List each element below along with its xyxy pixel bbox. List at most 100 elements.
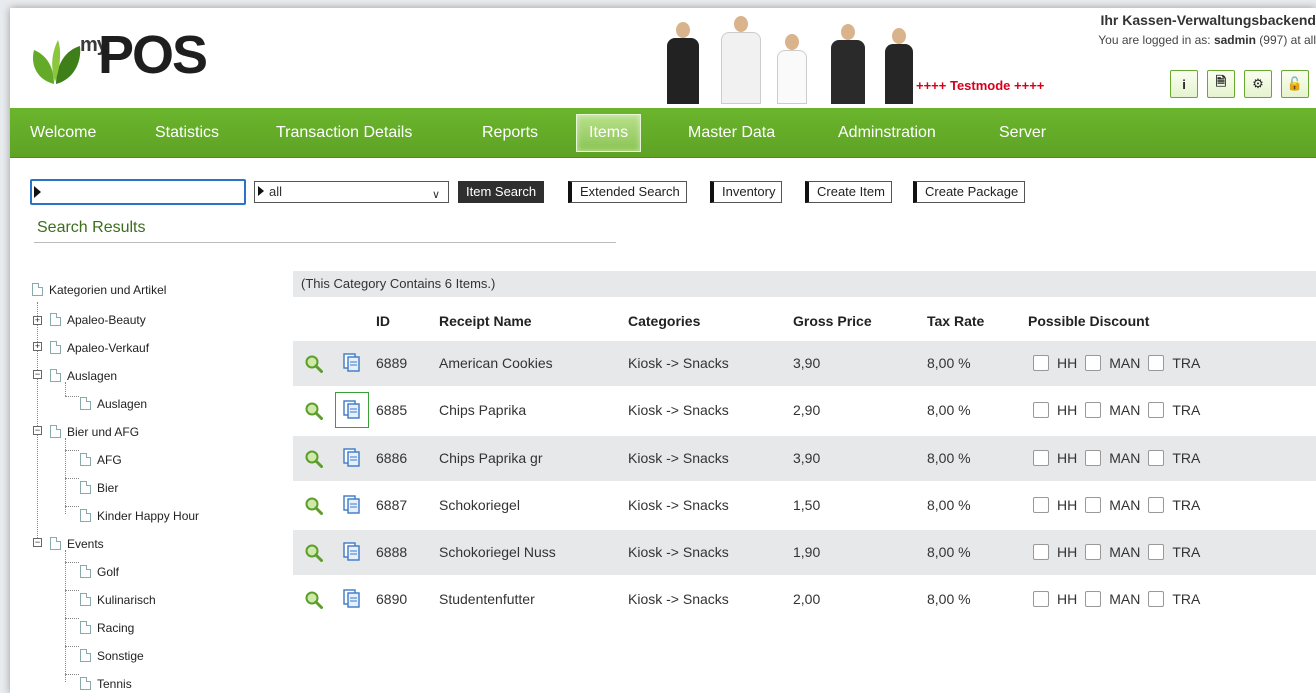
- copy-icon[interactable]: [343, 495, 361, 515]
- create-package-button[interactable]: Create Package: [913, 181, 1026, 203]
- expand-icon[interactable]: +: [33, 316, 42, 325]
- leaf-logo-icon: [32, 40, 81, 84]
- document-icon: 🗎: [1215, 74, 1227, 89]
- nav-items[interactable]: Items: [576, 114, 642, 152]
- cell-tax-rate: 8,00 %: [927, 355, 971, 371]
- discount-options: HH MAN TRA: [1033, 483, 1208, 528]
- discount-hh-checkbox[interactable]: [1033, 497, 1049, 513]
- nav-master-data[interactable]: Master Data: [688, 108, 775, 158]
- discount-options: HH MAN TRA: [1033, 388, 1208, 433]
- discount-man-checkbox[interactable]: [1085, 497, 1102, 513]
- tree-node-apaleo-verkauf[interactable]: Apaleo-Verkauf: [50, 338, 149, 358]
- discount-man-checkbox[interactable]: [1085, 591, 1102, 607]
- table-row: 6890 Studentenfutter Kiosk -> Snacks 2,00 8,…: [293, 577, 1316, 622]
- create-item-button[interactable]: Create Item: [805, 181, 892, 203]
- nav-administration[interactable]: Adminstration: [838, 108, 936, 158]
- tree-leaf-kulinarisch[interactable]: Kulinarisch: [80, 590, 156, 610]
- info-button[interactable]: i: [1170, 70, 1198, 98]
- discount-hh-checkbox[interactable]: [1033, 544, 1049, 560]
- discount-man-checkbox[interactable]: [1085, 544, 1102, 560]
- discount-tra-checkbox[interactable]: [1148, 497, 1165, 513]
- copy-icon[interactable]: [343, 448, 361, 468]
- page-icon: [80, 565, 91, 578]
- tree-leaf-auslagen[interactable]: Auslagen: [80, 394, 147, 414]
- cell-id: 6885: [376, 402, 408, 418]
- tree-node-auslagen[interactable]: Auslagen: [50, 366, 117, 386]
- discount-tra-checkbox[interactable]: [1148, 591, 1165, 607]
- cell-category: Kiosk -> Snacks: [628, 591, 729, 607]
- item-search-input[interactable]: [30, 179, 246, 205]
- nav-transaction-details[interactable]: Transaction Details: [276, 108, 412, 158]
- tree-leaf-sonstige[interactable]: Sonstige: [80, 646, 144, 666]
- settings-button[interactable]: ⚙: [1244, 70, 1272, 98]
- discount-hh-checkbox[interactable]: [1033, 591, 1049, 607]
- discount-hh-checkbox[interactable]: [1033, 402, 1049, 418]
- discount-tra-checkbox[interactable]: [1148, 544, 1165, 560]
- discount-tra-checkbox[interactable]: [1148, 402, 1165, 418]
- discount-tra-label: TRA: [1172, 497, 1201, 513]
- col-header-gross-price: Gross Price: [793, 313, 872, 329]
- magnifier-icon[interactable]: [305, 497, 323, 515]
- copy-icon[interactable]: [343, 542, 361, 562]
- copy-icon[interactable]: [343, 353, 361, 373]
- tree-leaf-racing[interactable]: Racing: [80, 618, 134, 638]
- nav-reports[interactable]: Reports: [482, 108, 538, 158]
- magnifier-icon[interactable]: [305, 450, 323, 468]
- discount-tra-checkbox[interactable]: [1148, 450, 1165, 466]
- table-row: 6888 Schokoriegel Nuss Kiosk -> Snacks 1,90…: [293, 530, 1316, 575]
- collapse-icon[interactable]: −: [33, 370, 42, 379]
- extended-search-button[interactable]: Extended Search: [568, 181, 687, 203]
- col-header-tax-rate: Tax Rate: [927, 313, 985, 329]
- page-icon: [80, 397, 91, 410]
- cell-category: Kiosk -> Snacks: [628, 355, 729, 371]
- tree-root[interactable]: Kategorien und Artikel: [32, 280, 166, 300]
- logged-in-user: sadmin: [1213, 33, 1256, 47]
- testmode-label: ++++ Testmode ++++: [916, 78, 1045, 93]
- tree-leaf-golf[interactable]: Golf: [80, 562, 119, 582]
- cell-tax-rate: 8,00 %: [927, 402, 971, 418]
- tree-leaf-afg[interactable]: AFG: [80, 450, 122, 470]
- col-header-categories: Categories: [628, 313, 701, 329]
- tree-leaf-kinder-happy-hour[interactable]: Kinder Happy Hour: [80, 506, 199, 526]
- cell-receipt-name: Chips Paprika: [439, 402, 527, 418]
- inventory-button[interactable]: Inventory: [710, 181, 783, 203]
- discount-tra-label: TRA: [1172, 591, 1201, 607]
- page-icon: [80, 649, 91, 662]
- discount-tra-checkbox[interactable]: [1148, 355, 1165, 371]
- magnifier-icon[interactable]: [305, 402, 323, 420]
- tree-node-apaleo-beauty[interactable]: Apaleo-Beauty: [50, 310, 146, 330]
- category-select-value: all: [269, 184, 283, 199]
- magnifier-icon[interactable]: [305, 355, 323, 373]
- discount-hh-checkbox[interactable]: [1033, 355, 1049, 371]
- tree-node-events[interactable]: Events: [50, 534, 104, 554]
- collapse-icon[interactable]: −: [33, 538, 42, 547]
- discount-man-checkbox[interactable]: [1085, 355, 1102, 371]
- magnifier-icon[interactable]: [305, 544, 323, 562]
- discount-man-label: MAN: [1109, 544, 1141, 560]
- tree-leaf-bier[interactable]: Bier: [80, 478, 118, 498]
- collapse-icon[interactable]: −: [33, 426, 42, 435]
- discount-hh-label: HH: [1057, 355, 1078, 371]
- discount-tra-label: TRA: [1172, 544, 1201, 560]
- waitress-figure-2: [885, 28, 913, 104]
- nav-server[interactable]: Server: [999, 108, 1046, 158]
- copy-icon[interactable]: [343, 589, 361, 609]
- app-window: my POS ++++ Testmode ++++ Ihr Kassen-Ver…: [10, 8, 1316, 693]
- expand-icon[interactable]: +: [33, 342, 42, 351]
- category-select[interactable]: all ∨: [254, 181, 449, 203]
- discount-options: HH MAN TRA: [1033, 341, 1208, 386]
- logout-button[interactable]: 🔓: [1281, 70, 1309, 98]
- item-search-button[interactable]: Item Search: [458, 181, 545, 203]
- copy-icon[interactable]: [335, 392, 369, 428]
- discount-man-checkbox[interactable]: [1085, 450, 1102, 466]
- document-button[interactable]: 🗎: [1207, 70, 1235, 98]
- tree-node-bier-und-afg[interactable]: Bier und AFG: [50, 422, 139, 442]
- discount-hh-checkbox[interactable]: [1033, 450, 1049, 466]
- nav-welcome[interactable]: Welcome: [30, 108, 96, 158]
- nav-statistics[interactable]: Statistics: [155, 108, 219, 158]
- tree-leaf-tennis[interactable]: Tennis: [80, 674, 132, 693]
- cell-id: 6888: [376, 544, 408, 560]
- discount-man-checkbox[interactable]: [1085, 402, 1102, 418]
- discount-tra-label: TRA: [1172, 355, 1201, 371]
- magnifier-icon[interactable]: [305, 591, 323, 609]
